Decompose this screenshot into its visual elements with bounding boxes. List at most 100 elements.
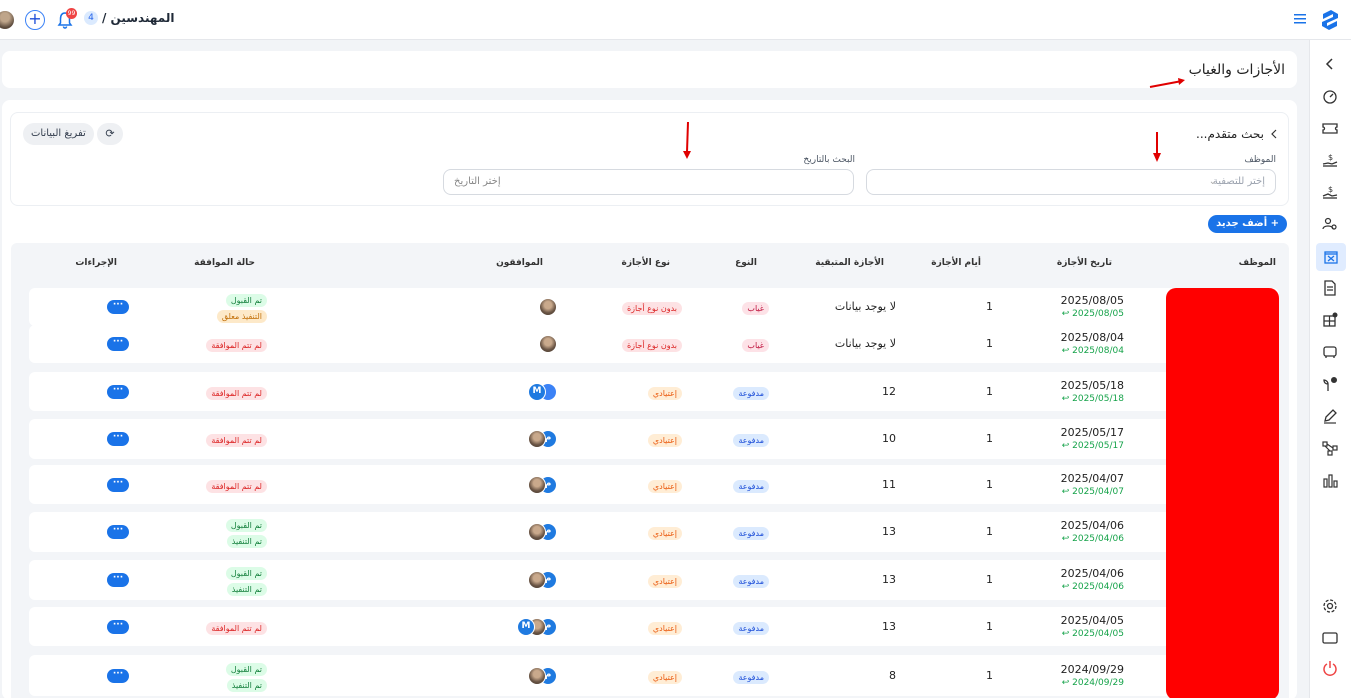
approver-initial-avatar[interactable]: M: [517, 618, 535, 636]
date-filter-input[interactable]: إختر التاريخ: [443, 169, 854, 195]
leave-type-cell: مدفوعة: [733, 620, 769, 635]
row-actions-button[interactable]: ···: [107, 573, 129, 587]
approvers-avatars: M: [497, 383, 557, 401]
table-row[interactable]: 2025/05/17 2025/05/17 ↩ 1 10 مدفوعة إعتيادي م ل…: [29, 419, 1279, 459]
leave-days: 1: [986, 432, 993, 445]
approver-avatar[interactable]: [539, 335, 557, 353]
leave-date: 2024/09/29: [1060, 663, 1124, 676]
leave-date: 2025/08/04: [1060, 331, 1124, 344]
table-row[interactable]: 2024/09/29 2024/09/29 ↩ 1 8 مدفوعة إعتيادي م تم…: [29, 655, 1279, 696]
sidebar-item-payments[interactable]: $: [1322, 184, 1340, 202]
logout-button[interactable]: [1322, 660, 1340, 678]
approver-avatar[interactable]: [528, 523, 546, 541]
row-actions-button[interactable]: ···: [107, 385, 129, 399]
employee-filter-select[interactable]: إختر للتصفية ⌄: [866, 169, 1276, 195]
approval-status-cell: تم القبول: [225, 661, 267, 676]
table-row[interactable]: 2025/05/18 2025/05/18 ↩ 1 12 مدفوعة إعتيادي M ل…: [29, 372, 1279, 411]
approver-avatar[interactable]: [528, 667, 546, 685]
approver-initial-avatar[interactable]: M: [528, 383, 546, 401]
sidebar-item-vehicles[interactable]: [1322, 344, 1340, 362]
app-logo-icon[interactable]: [1319, 8, 1341, 32]
table-row[interactable]: 2025/08/04 2025/08/04 ↩ 1 لا يوجد بيانات غيا…: [29, 325, 1279, 363]
approvers-avatars: م: [497, 430, 557, 448]
sidebar-item-display[interactable]: [1322, 630, 1340, 648]
sidebar-item-workflow[interactable]: [1322, 440, 1340, 458]
leave-date-to: 2025/04/06 ↩: [1061, 534, 1124, 544]
employee-filter-placeholder: إختر للتصفية: [1212, 176, 1265, 187]
row-actions-button[interactable]: ···: [107, 478, 129, 492]
ticket-icon: [1322, 123, 1338, 134]
pen-icon: [1324, 409, 1337, 424]
sidebar-item-leaves[interactable]: [1316, 243, 1346, 271]
sidebar-item-users[interactable]: [1322, 216, 1340, 234]
sidebar: $ $: [1309, 40, 1351, 698]
breadcrumb-count-badge: 4: [84, 11, 98, 25]
col-header-approvers: الموافقون: [496, 258, 543, 268]
table-row[interactable]: 2025/08/05 2025/08/05 ↩ 1 لا يوجد بيانات غيا…: [29, 288, 1279, 326]
date-filter-label: البحث بالتاريخ: [803, 155, 855, 165]
row-actions-button[interactable]: ···: [107, 432, 129, 446]
notifications-button[interactable]: 99: [56, 8, 77, 30]
leave-date: 2025/04/06: [1060, 567, 1124, 580]
advanced-search-toggle[interactable]: بحث متقدم...: [1196, 127, 1278, 141]
row-actions-button[interactable]: ···: [107, 300, 129, 314]
leave-kind-cell: إعتيادي: [647, 432, 682, 447]
approval-status-cell: تم التنفيذ: [226, 581, 267, 596]
refresh-icon: ⟳: [105, 127, 115, 140]
leave-kind-badge: بدون نوع أجازة: [621, 339, 682, 352]
type-badge: غياب: [742, 339, 769, 352]
user-avatar[interactable]: [0, 11, 14, 29]
leave-type-cell: مدفوعة: [733, 669, 769, 684]
leave-date: 2025/04/05: [1060, 614, 1124, 627]
add-new-button[interactable]: + أضف جديد: [1208, 215, 1287, 233]
clear-filters-button[interactable]: تفريغ البيانات: [23, 123, 94, 145]
sidebar-item-settings[interactable]: [1322, 598, 1340, 616]
leave-type-cell: مدفوعة: [733, 573, 769, 588]
row-actions-button[interactable]: ···: [107, 669, 129, 683]
refresh-button[interactable]: ⟳: [97, 123, 123, 145]
row-actions-button[interactable]: ···: [107, 525, 129, 539]
approvers-avatars: م: [497, 571, 557, 589]
row-actions-button[interactable]: ···: [107, 620, 129, 634]
leave-type-cell: مدفوعة: [733, 385, 769, 400]
leave-date-to: 2025/04/05 ↩: [1061, 629, 1124, 639]
table-row[interactable]: 2025/04/06 2025/04/06 ↩ 1 13 مدفوعة إعتيادي م ت…: [29, 512, 1279, 552]
sidebar-item-dashboard[interactable]: [1322, 88, 1340, 106]
sidebar-item-reports[interactable]: [1322, 472, 1340, 490]
sidebar-item-signatures[interactable]: [1322, 408, 1340, 426]
sidebar-item-assets[interactable]: [1322, 312, 1340, 330]
type-badge: مدفوعة: [733, 575, 769, 588]
sidebar-item-projects[interactable]: [1322, 376, 1340, 394]
approver-avatar[interactable]: [528, 571, 546, 589]
quick-add-button[interactable]: +: [25, 10, 45, 30]
table-row[interactable]: 2025/04/07 2025/04/07 ↩ 1 11 مدفوعة إعتيادي م ل…: [29, 465, 1279, 504]
leave-date-to: 2025/05/17 ↩: [1061, 441, 1124, 451]
table-row[interactable]: 2025/04/05 2025/04/05 ↩ 1 13 مدفوعة إعتيادي م M…: [29, 607, 1279, 646]
breadcrumb-title[interactable]: المهندسين /: [102, 11, 174, 25]
leave-date-to: 2025/04/07 ↩: [1061, 487, 1124, 497]
approver-avatar[interactable]: [528, 476, 546, 494]
remaining-balance: لا يوجد بيانات: [834, 300, 896, 313]
menu-icon[interactable]: [1293, 12, 1307, 26]
approver-avatar[interactable]: [528, 430, 546, 448]
leave-type-cell: مدفوعة: [733, 432, 769, 447]
sidebar-item-tickets[interactable]: [1322, 120, 1340, 138]
approval-status-badge: لم تتم الموافقة: [206, 622, 267, 635]
approval-status-cell: تم التنفيذ: [226, 677, 267, 692]
row-actions-button[interactable]: ···: [107, 337, 129, 351]
collapse-sidebar-button[interactable]: [1322, 56, 1340, 74]
leave-type-cell: غياب: [742, 300, 769, 315]
approver-avatar[interactable]: [539, 298, 557, 316]
col-header-leave-days: أيام الأجازة: [931, 258, 981, 268]
approval-status-cell: لم تتم الموافقة: [206, 620, 267, 635]
sidebar-item-documents[interactable]: [1322, 280, 1340, 298]
leave-kind-badge: إعتيادي: [647, 434, 682, 447]
leave-kind-cell: إعتيادي: [647, 669, 682, 684]
type-badge: مدفوعة: [733, 434, 769, 447]
settings-icon: [1323, 599, 1337, 613]
leaves-table: الموظف تاريخ الأجازة أيام الأجازة الأجاز…: [11, 243, 1289, 698]
table-row[interactable]: 2025/04/06 2025/04/06 ↩ 1 13 مدفوعة إعتيادي م ت…: [29, 560, 1279, 600]
approvers-avatars: م: [497, 523, 557, 541]
sidebar-item-salaries[interactable]: $: [1322, 152, 1340, 170]
leave-days: 1: [986, 337, 993, 350]
